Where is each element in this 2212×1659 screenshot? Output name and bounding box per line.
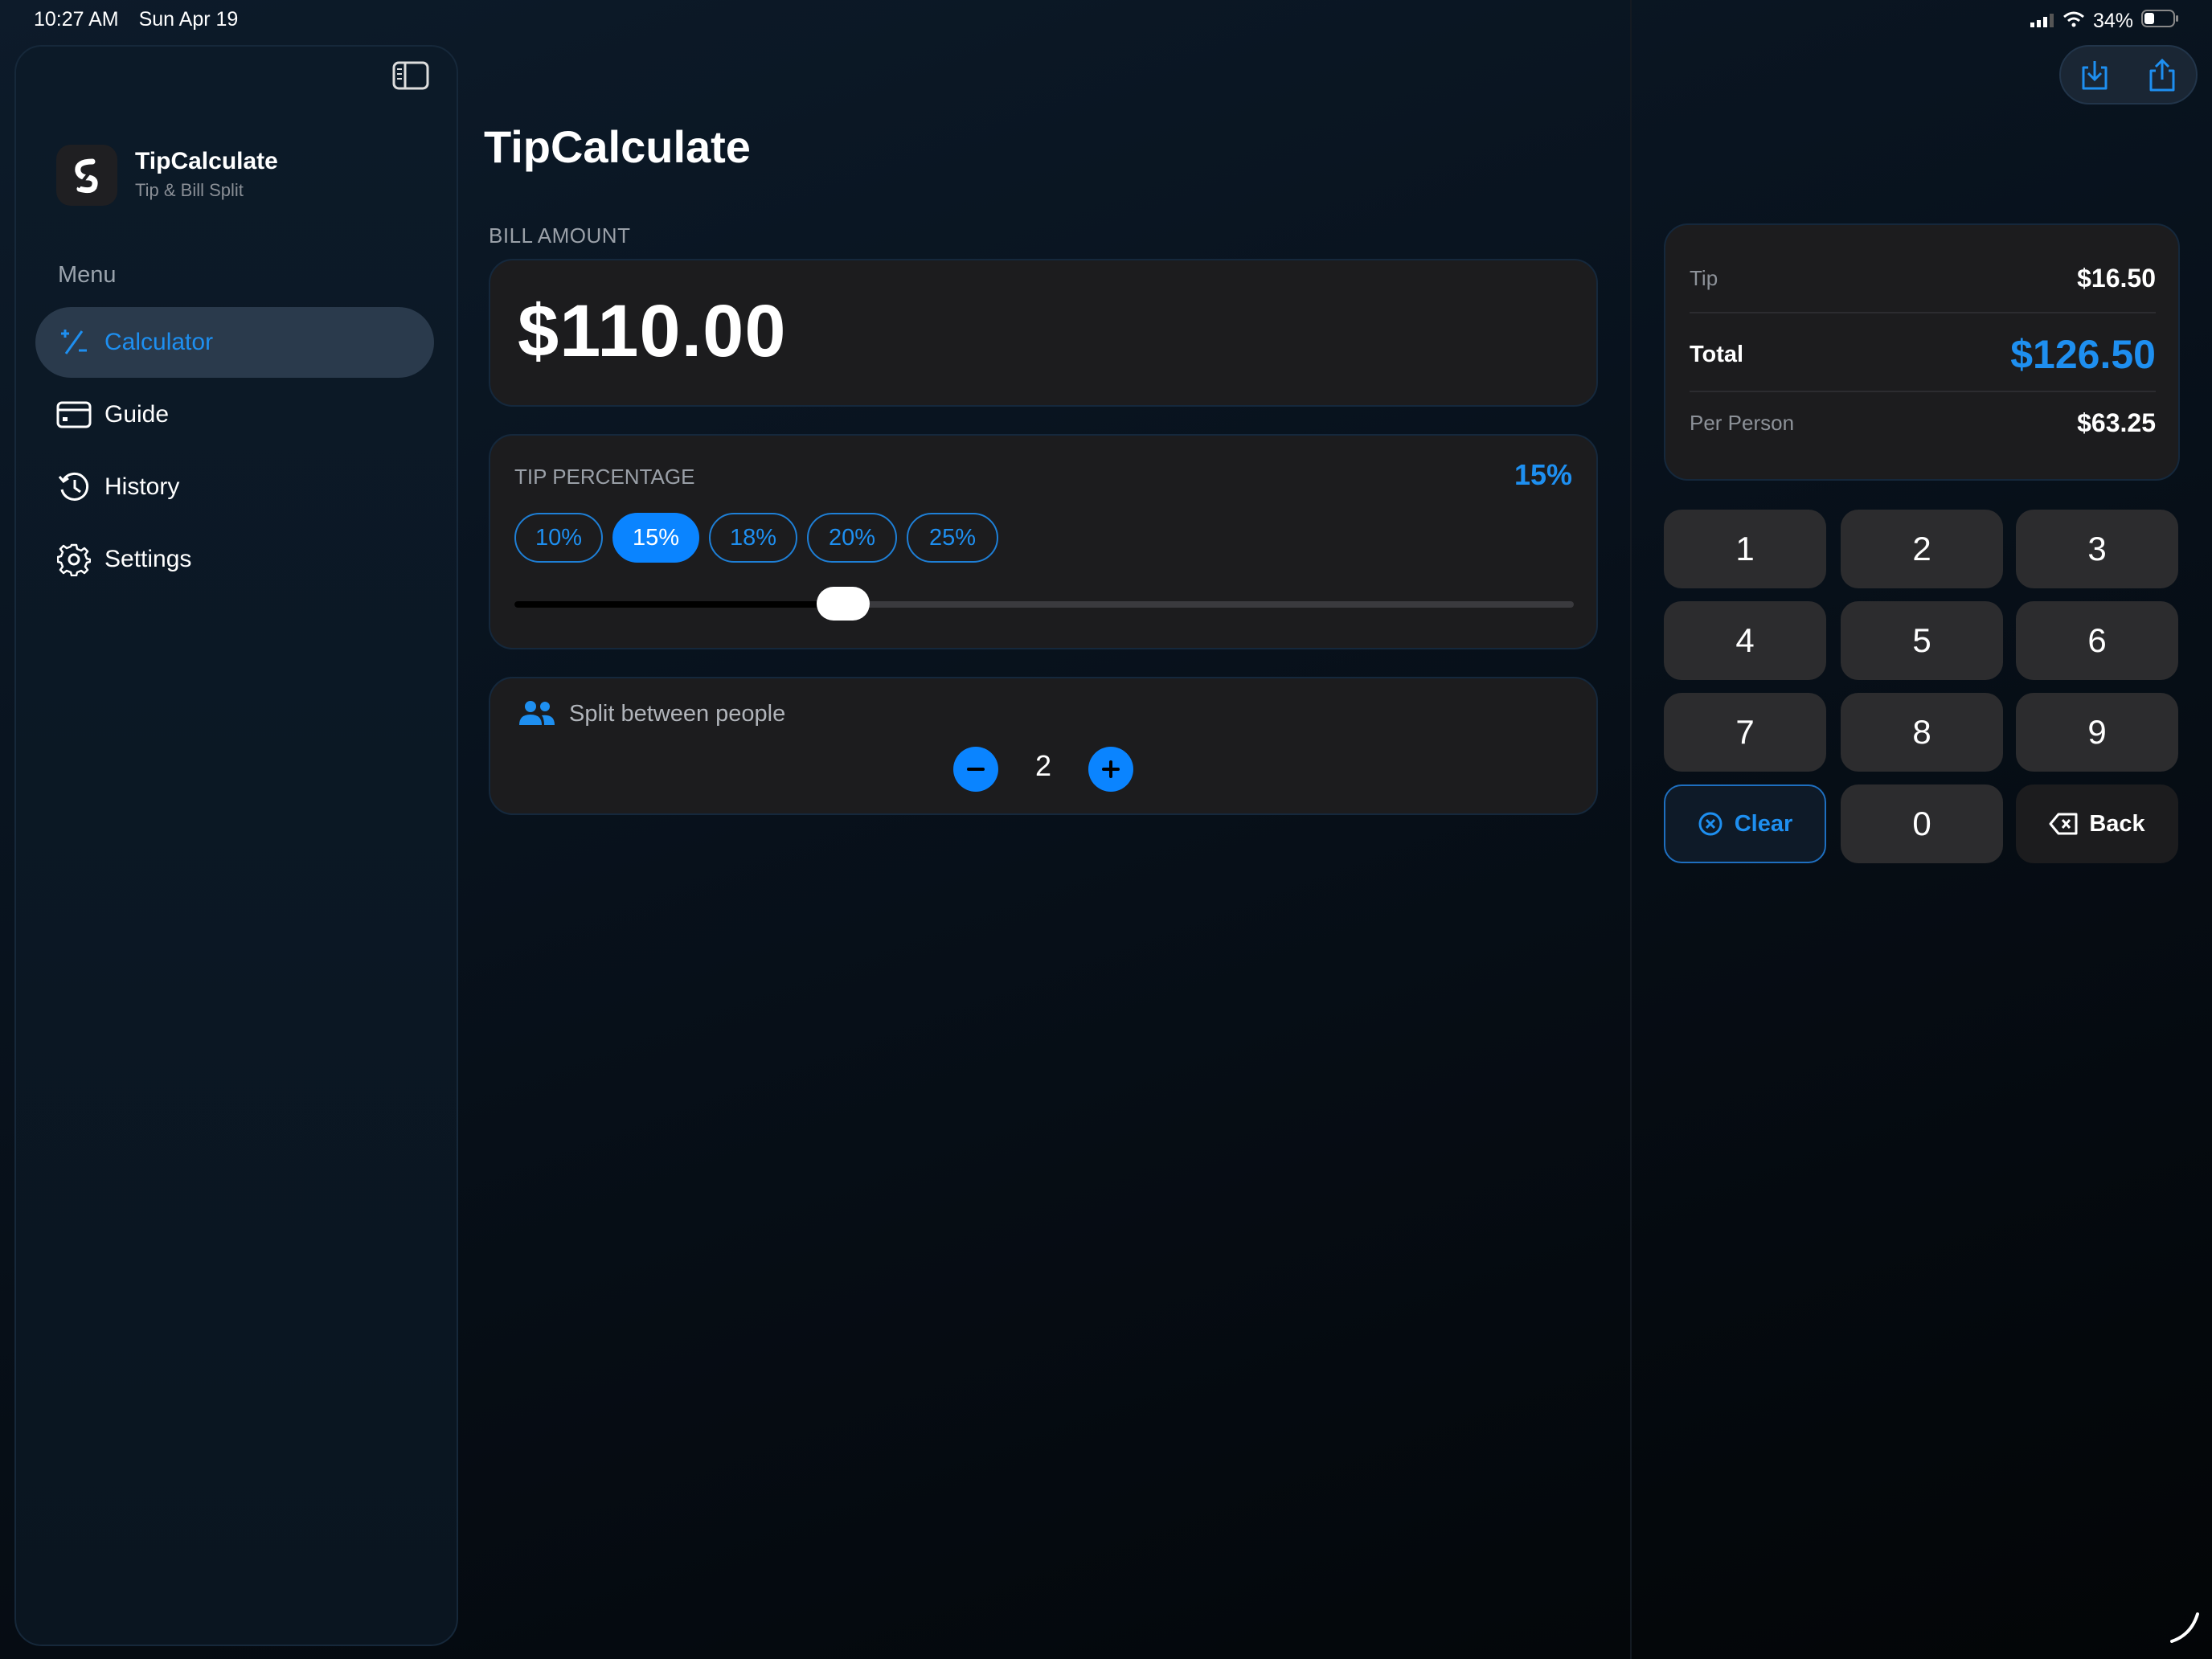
keypad-key-9[interactable]: 9 bbox=[2016, 693, 2178, 772]
clear-circle-x-icon bbox=[1698, 811, 1723, 837]
tip-chip-25[interactable]: 25% bbox=[907, 513, 998, 563]
battery-icon bbox=[2141, 10, 2180, 33]
plus-icon bbox=[1102, 760, 1120, 778]
tip-chip-18[interactable]: 18% bbox=[709, 513, 797, 563]
backspace-icon bbox=[2049, 813, 2078, 835]
tip-percentage-label: TIP PERCENTAGE bbox=[514, 465, 695, 489]
panel-divider bbox=[1630, 0, 1632, 1659]
tip-chip-15[interactable]: 15% bbox=[612, 513, 699, 563]
wifi-icon bbox=[2062, 10, 2085, 33]
app-subtitle: Tip & Bill Split bbox=[135, 180, 244, 200]
sidebar-item-calculator[interactable]: Calculator bbox=[35, 307, 434, 378]
summary-tip-label: Tip bbox=[1690, 266, 1718, 290]
decrement-button[interactable] bbox=[953, 747, 998, 792]
bill-amount-label: BILL AMOUNT bbox=[489, 223, 631, 248]
signal-icon bbox=[2030, 10, 2054, 33]
status-time: 10:27 AM bbox=[34, 8, 119, 31]
tip-slider-track[interactable] bbox=[514, 601, 1574, 608]
keypad-key-5[interactable]: 5 bbox=[1841, 601, 2003, 680]
tip-current-value: 15% bbox=[1514, 458, 1572, 491]
summary-tip-value: $16.50 bbox=[2077, 264, 2156, 293]
tip-slider-thumb[interactable] bbox=[816, 587, 870, 621]
sidebar-toggle-icon[interactable] bbox=[392, 61, 429, 90]
tip-chip-20[interactable]: 20% bbox=[807, 513, 897, 563]
sidebar-item-label: Guide bbox=[104, 401, 170, 428]
keypad-key-2[interactable]: 2 bbox=[1841, 510, 2003, 588]
gear-icon bbox=[56, 542, 92, 577]
keypad-key-4[interactable]: 4 bbox=[1664, 601, 1826, 680]
sidebar-item-settings[interactable]: Settings bbox=[35, 524, 434, 595]
increment-button[interactable] bbox=[1088, 747, 1133, 792]
summary-per-person-row: Per Person $63.25 bbox=[1690, 408, 2156, 438]
tip-slider-fill bbox=[514, 601, 843, 608]
share-icon[interactable] bbox=[2142, 55, 2182, 95]
status-bar-right: 34% bbox=[2030, 10, 2180, 33]
keypad-key-8[interactable]: 8 bbox=[1841, 693, 2003, 772]
plus-minus-icon bbox=[56, 325, 92, 360]
tip-chip-10[interactable]: 10% bbox=[514, 513, 603, 563]
summary-total-label: Total bbox=[1690, 341, 1744, 367]
app-logo-icon bbox=[56, 145, 117, 206]
summary-total-row: Total $126.50 bbox=[1690, 331, 2156, 378]
sidebar-item-history[interactable]: History bbox=[35, 452, 434, 522]
top-actions bbox=[2059, 45, 2198, 104]
app-name: TipCalculate bbox=[135, 148, 278, 174]
summary-per-person-label: Per Person bbox=[1690, 411, 1795, 435]
split-label: Split between people bbox=[569, 701, 786, 727]
summary-per-person-value: $63.25 bbox=[2077, 408, 2156, 437]
clear-button[interactable]: Clear bbox=[1664, 784, 1826, 863]
sidebar-item-guide[interactable]: Guide bbox=[35, 379, 434, 450]
page-title: TipCalculate bbox=[484, 121, 751, 172]
bill-amount-value: $110.00 bbox=[518, 290, 787, 372]
battery-percent: 34% bbox=[2092, 10, 2133, 32]
keypad-key-6[interactable]: 6 bbox=[2016, 601, 2178, 680]
menu-header: Menu bbox=[58, 262, 117, 288]
split-card bbox=[489, 677, 1598, 815]
sidebar-item-label: Calculator bbox=[104, 329, 214, 355]
summary-tip-row: Tip $16.50 bbox=[1690, 264, 2156, 293]
summary-total-value: $126.50 bbox=[2010, 332, 2156, 377]
back-label: Back bbox=[2089, 810, 2145, 837]
card-icon bbox=[56, 397, 92, 432]
keypad-key-0[interactable]: 0 bbox=[1841, 784, 2003, 863]
save-download-icon[interactable] bbox=[2075, 55, 2115, 95]
sidebar-item-label: History bbox=[104, 473, 180, 500]
keypad-key-1[interactable]: 1 bbox=[1664, 510, 1826, 588]
status-bar-left: 10:27 AM Sun Apr 19 bbox=[34, 8, 252, 31]
people-icon bbox=[518, 699, 556, 731]
summary-divider bbox=[1690, 391, 2156, 392]
clock-history-icon bbox=[56, 469, 92, 505]
minus-icon bbox=[967, 768, 985, 771]
clear-label: Clear bbox=[1734, 810, 1793, 837]
split-count: 2 bbox=[1034, 749, 1052, 782]
backspace-button[interactable]: Back bbox=[2016, 784, 2178, 863]
corner-indicator-icon bbox=[2170, 1611, 2199, 1647]
sidebar-item-label: Settings bbox=[104, 546, 192, 572]
status-date: Sun Apr 19 bbox=[138, 8, 239, 31]
summary-divider bbox=[1690, 312, 2156, 313]
keypad-key-7[interactable]: 7 bbox=[1664, 693, 1826, 772]
keypad-key-3[interactable]: 3 bbox=[2016, 510, 2178, 588]
